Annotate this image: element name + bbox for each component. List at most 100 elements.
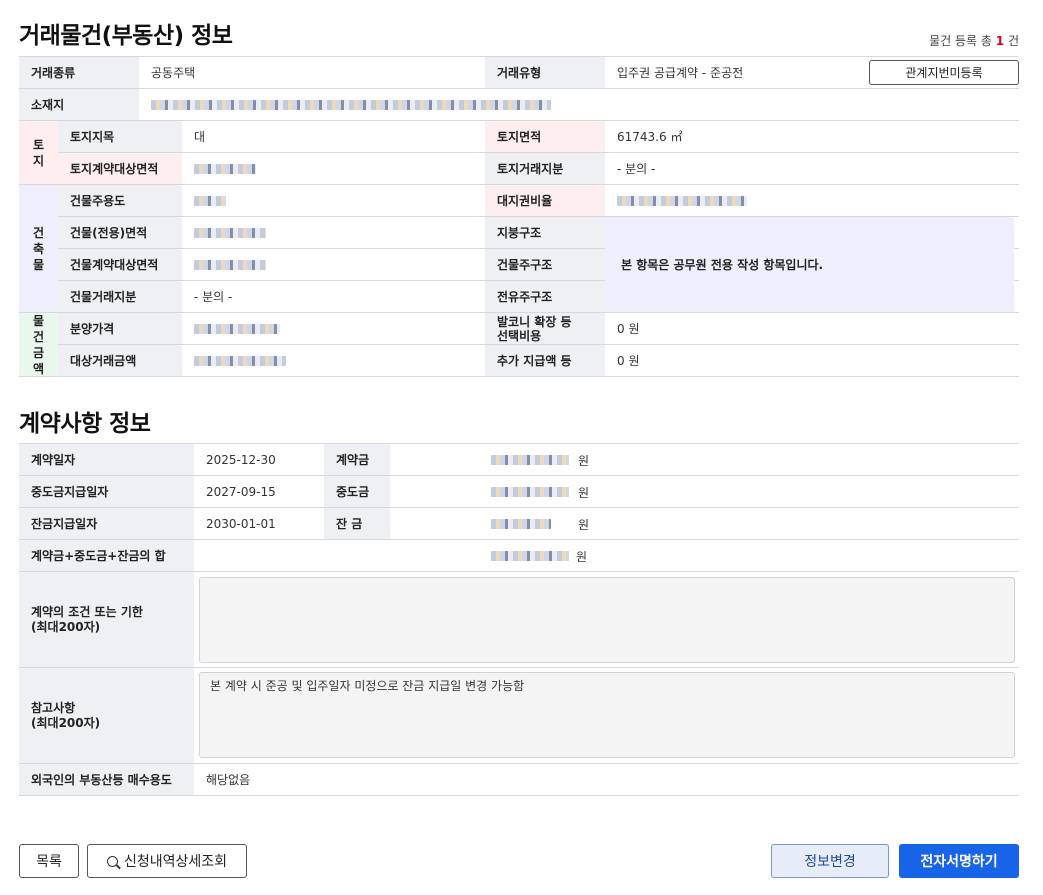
location-value	[139, 89, 1019, 120]
interim-date-value: 2027-09-15	[194, 476, 324, 507]
list-button[interactable]: 목록	[19, 844, 79, 878]
table-row: 참고사항 (최대200자) 본 계약 시 준공 및 입주일자 미정으로 잔금 지…	[19, 668, 1019, 764]
extra-payment-value: 0 원	[605, 345, 1019, 376]
e-sign-button[interactable]: 전자서명하기	[899, 844, 1019, 878]
balance-date-label: 잔금지급일자	[19, 508, 194, 539]
table-row: 소재지	[19, 89, 1019, 121]
sale-price-label: 분양가격	[58, 313, 182, 344]
application-detail-label: 신청내역상세조회	[123, 854, 228, 870]
contract-date-label: 계약일자	[19, 444, 194, 475]
balcony-label: 발코니 확장 등 선택비용	[485, 313, 605, 344]
deposit-value	[479, 444, 569, 475]
redacted-value	[194, 355, 286, 366]
table-row: 거래종류 공동주택 거래유형 입주권 공급계약 - 준공전 관계지번미등록	[19, 57, 1019, 89]
item-count-number: 1	[995, 34, 1005, 48]
building-area-label: 건물(전용)면적	[58, 217, 182, 248]
redacted-value	[194, 163, 256, 174]
table-row: 계약의 조건 또는 기한 (최대200자)	[19, 572, 1019, 668]
table-row: 분양가격 발코니 확장 등 선택비용 0 원	[58, 313, 1019, 345]
balance-label: 잔 금	[324, 508, 390, 539]
table-row: 계약일자 2025-12-30 계약금 원	[19, 444, 1019, 476]
won-unit: 원	[576, 550, 588, 564]
trade-type-value: 공동주택	[139, 57, 485, 88]
relation-unregistered-button[interactable]: 관계지번미등록	[869, 60, 1019, 85]
edit-info-button[interactable]: 정보변경	[771, 844, 889, 878]
table-row: 계약금+중도금+잔금의 합 원	[19, 540, 1019, 572]
land-contract-area-value	[182, 153, 485, 184]
table-row: 잔금지급일자 2030-01-01 잔 금 원	[19, 508, 1019, 540]
amount-group-label: 물 건 금 액	[19, 313, 58, 377]
conditions-label: 계약의 조건 또는 기한 (최대200자)	[19, 572, 194, 667]
redacted-value	[491, 486, 569, 497]
land-contract-area-label: 토지계약대상면적	[58, 153, 182, 184]
won-unit: 원	[578, 454, 590, 468]
main-structure-label: 건물주구조	[485, 249, 605, 280]
land-right-ratio-value	[605, 185, 1019, 216]
redacted-value	[491, 454, 569, 465]
interim-date-label: 중도금지급일자	[19, 476, 194, 507]
redacted-value	[194, 259, 266, 270]
extra-payment-label: 추가 지급액 등	[485, 345, 605, 376]
building-use-label: 건물주용도	[58, 185, 182, 216]
table-row: 중도금지급일자 2027-09-15 중도금 원	[19, 476, 1019, 508]
building-group-label: 건 축 물	[19, 185, 58, 313]
deposit-label: 계약금	[324, 444, 390, 475]
land-group-label: 토 지	[19, 121, 58, 185]
land-area-value: 61743.6 ㎡	[605, 121, 1019, 152]
official-only-notice: 본 항목은 공무원 전용 작성 항목입니다.	[605, 217, 1014, 312]
sum-value	[479, 540, 569, 571]
roof-label: 지붕구조	[485, 217, 605, 248]
contract-date-value: 2025-12-30	[194, 444, 324, 475]
table-row: 토지계약대상면적 토지거래지분 - 분의 -	[58, 153, 1019, 185]
building-trade-share-label: 건물거래지분	[58, 281, 182, 312]
remarks-textarea[interactable]: 본 계약 시 준공 및 입주일자 미정으로 잔금 지급일 변경 가능함	[199, 672, 1015, 758]
trade-type-label: 거래종류	[19, 57, 139, 88]
land-trade-share-value: - 분의 -	[605, 153, 1019, 184]
interim-label: 중도금	[324, 476, 390, 507]
won-unit: 원	[578, 518, 590, 532]
exclusive-structure-label: 전유주구조	[485, 281, 605, 312]
land-trade-share-label: 토지거래지분	[485, 153, 605, 184]
location-label: 소재지	[19, 89, 139, 120]
balance-date-value: 2030-01-01	[194, 508, 324, 539]
land-category-label: 토지지목	[58, 121, 182, 152]
table-row: 건물주용도 대지권비율	[58, 185, 1019, 217]
redacted-value	[194, 323, 280, 334]
land-category-value: 대	[182, 121, 485, 152]
building-area-value	[182, 217, 485, 248]
redacted-value	[617, 195, 747, 206]
contract-table: 계약일자 2025-12-30 계약금 원 중도금지급일자 2027-09-15…	[19, 443, 1019, 796]
land-area-label: 토지면적	[485, 121, 605, 152]
sale-price-value	[182, 313, 485, 344]
redacted-value	[151, 99, 551, 110]
search-icon	[106, 855, 118, 867]
trade-kind-value: 입주권 공급계약 - 준공전	[605, 57, 869, 88]
target-amount-label: 대상거래금액	[58, 345, 182, 376]
redacted-value	[491, 518, 551, 529]
redacted-value	[194, 195, 226, 206]
balance-value	[479, 508, 569, 539]
table-row: 대상거래금액 추가 지급액 등 0 원	[58, 345, 1019, 377]
building-contract-area-label: 건물계약대상면적	[58, 249, 182, 280]
redacted-value	[491, 550, 569, 561]
conditions-textarea[interactable]	[199, 577, 1015, 663]
land-right-ratio-label: 대지권비율	[485, 185, 605, 216]
remarks-label: 참고사항 (최대200자)	[19, 668, 194, 763]
target-amount-value	[182, 345, 485, 376]
building-contract-area-value	[182, 249, 485, 280]
trade-kind-label: 거래유형	[485, 57, 605, 88]
table-row: 토지지목 대 토지면적 61743.6 ㎡	[58, 121, 1019, 153]
redacted-value	[194, 227, 266, 238]
building-use-value	[182, 185, 485, 216]
won-unit: 원	[578, 486, 590, 500]
item-count: 물건 등록 총 1 건	[929, 34, 1019, 48]
sum-label: 계약금+중도금+잔금의 합	[19, 540, 194, 571]
table-row: 외국인의 부동산등 매수용도 해당없음	[19, 764, 1019, 796]
balcony-value: 0 원	[605, 313, 1019, 344]
foreign-purpose-label: 외국인의 부동산등 매수용도	[19, 764, 194, 795]
contract-section-title: 계약사항 정보	[19, 411, 151, 437]
property-table: 거래종류 공동주택 거래유형 입주권 공급계약 - 준공전 관계지번미등록 소재…	[19, 56, 1019, 377]
building-trade-share-value: - 분의 -	[182, 281, 485, 312]
page-title: 거래물건(부동산) 정보	[19, 23, 233, 49]
application-detail-button[interactable]: 신청내역상세조회	[87, 844, 247, 878]
